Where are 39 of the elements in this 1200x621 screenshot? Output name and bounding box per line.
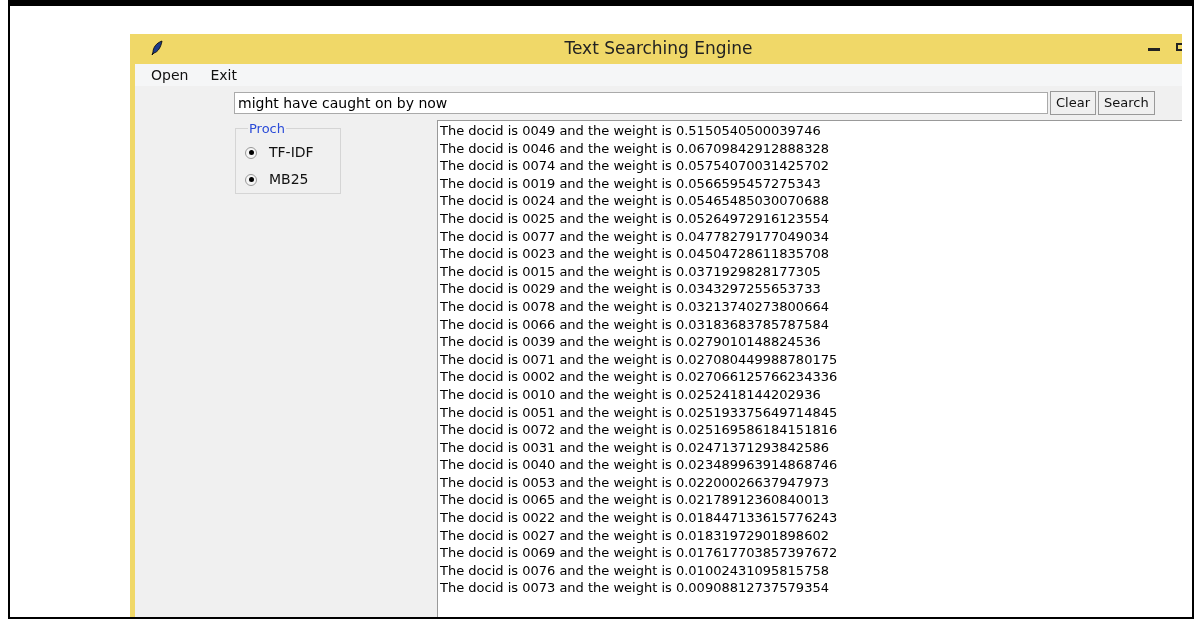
- result-line[interactable]: The docid is 0051 and the weight is 0.025193375649714845: [440, 403, 1182, 422]
- radio-button[interactable]: [245, 173, 257, 186]
- window-title: Text Searching Engine: [564, 37, 753, 61]
- result-line[interactable]: The docid is 0039 and the weight is 0.0279010148824536: [440, 333, 1182, 351]
- menu-item[interactable]: Open: [151, 64, 189, 86]
- result-line[interactable]: The docid is 0010 and the weight is 0.0252418144202936: [440, 385, 1182, 404]
- result-line[interactable]: The docid is 0049 and the weight is 0.5150540500039746: [440, 122, 1182, 140]
- result-line[interactable]: The docid is 0024 and the weight is 0.05465485030070688: [440, 192, 1182, 210]
- search-button[interactable]: Search: [1098, 91, 1155, 115]
- result-line[interactable]: The docid is 0015 and the weight is 0.0371929828177305: [440, 262, 1182, 281]
- result-line[interactable]: The docid is 0065 and the weight is 0.02178912360840013: [440, 491, 1182, 510]
- result-line[interactable]: The docid is 0078 and the weight is 0.03213740273800664: [440, 297, 1182, 316]
- result-line[interactable]: The docid is 0029 and the weight is 0.0343297255653733: [440, 280, 1182, 298]
- feather-icon: [151, 40, 163, 56]
- result-line[interactable]: The docid is 0053 and the weight is 0.02200026637947973: [440, 473, 1182, 492]
- clear-button[interactable]: Clear: [1050, 91, 1096, 115]
- search-field[interactable]: might have caught on by now: [234, 92, 1048, 114]
- result-line[interactable]: The docid is 0040 and the weight is 0.023489963914868746: [440, 456, 1182, 474]
- maximize-icon[interactable]: [1176, 43, 1182, 51]
- result-line[interactable]: The docid is 0066 and the weight is 0.03183683785787584: [440, 315, 1182, 334]
- radio-button[interactable]: [245, 146, 257, 159]
- result-line[interactable]: The docid is 0073 and the weight is 0.00908812737579354: [440, 579, 1182, 598]
- result-line[interactable]: The docid is 0046 and the weight is 0.06709842912888328: [440, 139, 1182, 158]
- result-line[interactable]: The docid is 0069 and the weight is 0.017617703857397672: [440, 544, 1182, 562]
- menu-item[interactable]: Exit: [210, 64, 237, 86]
- result-line[interactable]: The docid is 0077 and the weight is 0.04778279177049034: [440, 227, 1182, 246]
- result-line[interactable]: The docid is 0023 and the weight is 0.04504728611835708: [440, 245, 1182, 263]
- radio-label: TF-IDF: [269, 143, 314, 162]
- result-line[interactable]: The docid is 0071 and the weight is 0.027080449988780175: [440, 350, 1182, 369]
- result-line[interactable]: The docid is 0022 and the weight is 0.018447133615776243: [440, 509, 1182, 527]
- result-line[interactable]: The docid is 0074 and the weight is 0.05754070031425702: [440, 157, 1182, 175]
- result-line[interactable]: The docid is 0002 and the weight is 0.027066125766234336: [440, 368, 1182, 386]
- result-line[interactable]: The docid is 0025 and the weight is 0.05264972916123554: [440, 209, 1182, 228]
- result-line[interactable]: The docid is 0019 and the weight is 0.0566595457275343: [440, 174, 1182, 193]
- result-line[interactable]: The docid is 0072 and the weight is 0.025169586184151816: [440, 421, 1182, 439]
- result-line[interactable]: The docid is 0027 and the weight is 0.01831972901898602: [440, 526, 1182, 545]
- radio-label: MB25: [269, 170, 309, 189]
- result-line[interactable]: The docid is 0031 and the weight is 0.02471371293842586: [440, 438, 1182, 457]
- result-line[interactable]: The docid is 0076 and the weight is 0.01002431095815758: [440, 561, 1182, 580]
